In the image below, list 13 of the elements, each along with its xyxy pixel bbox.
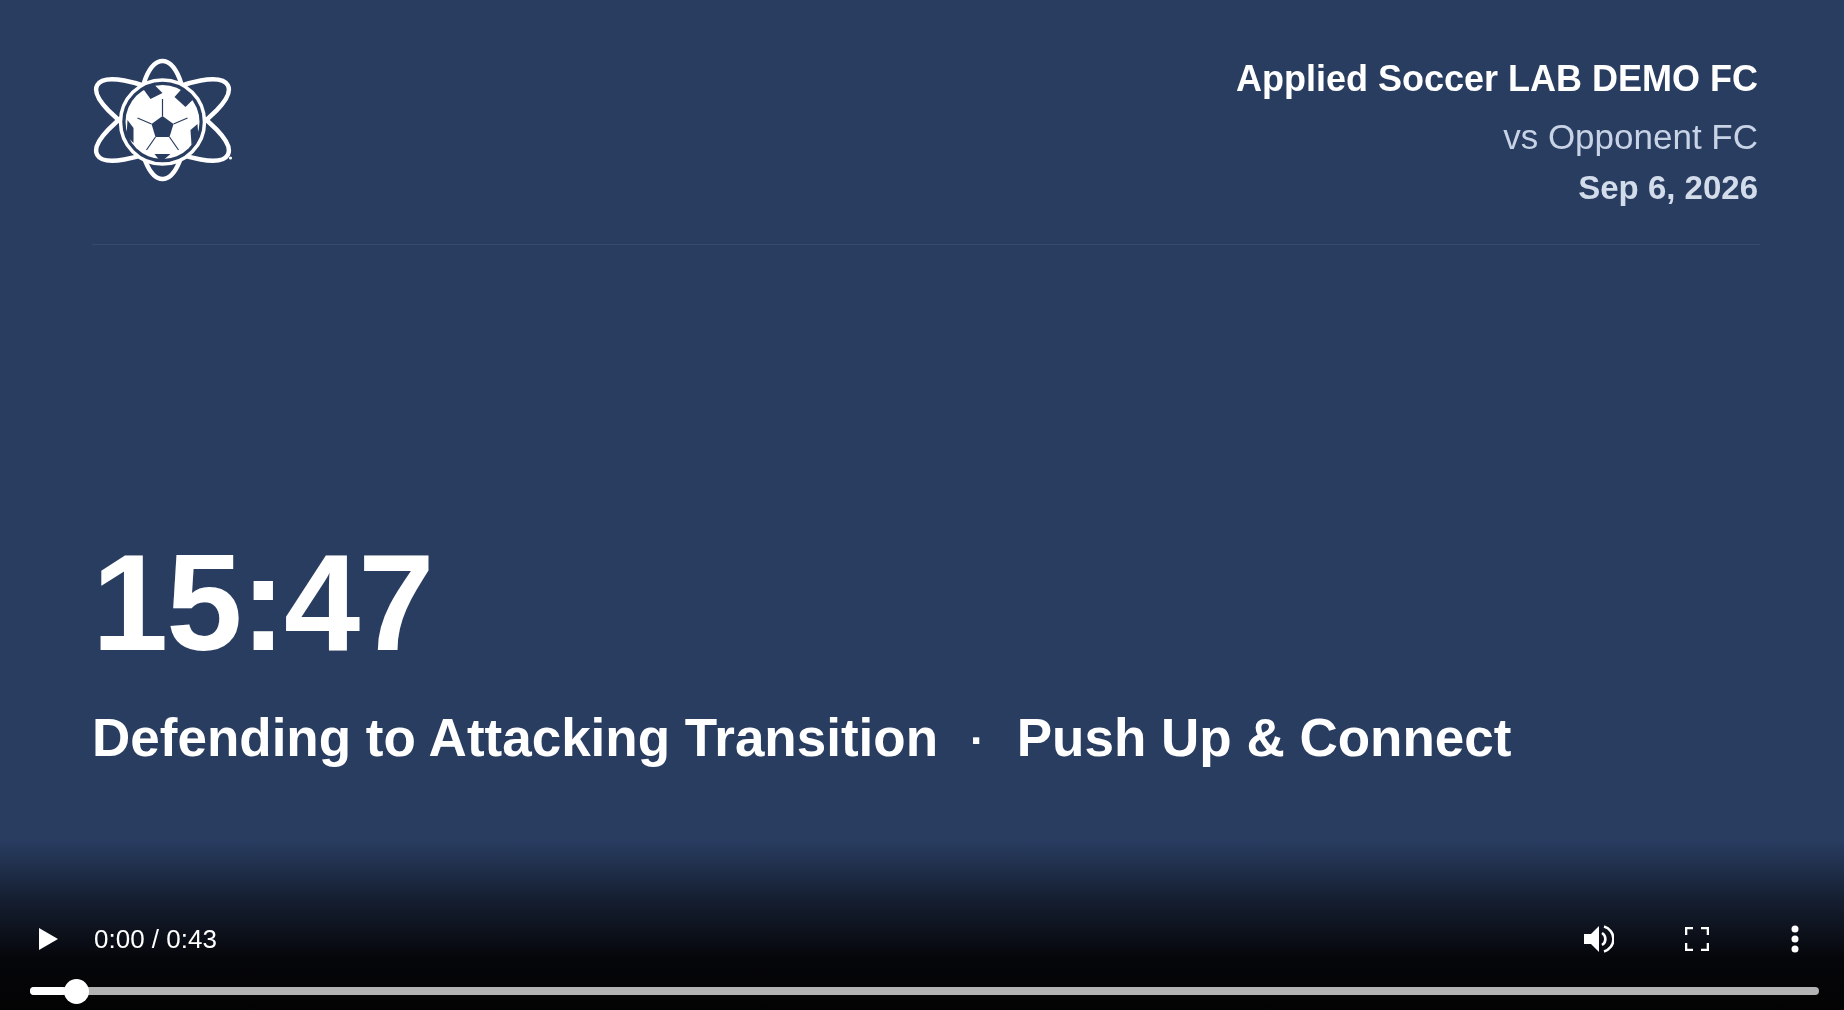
progress-handle[interactable] (63, 978, 89, 1004)
phase-title: Defending to Attacking Transition (92, 707, 939, 769)
playback-time: 0:00 / 0:43 (94, 923, 217, 955)
match-date: Sep 6, 2026 (1578, 168, 1758, 208)
play-icon (38, 928, 58, 950)
speaker-icon (1584, 925, 1614, 953)
action-title: Push Up & Connect (1016, 707, 1512, 769)
vertical-dots-icon (1791, 925, 1799, 953)
separator-dot: · (970, 715, 985, 767)
opponent-name: vs Opponent FC (1503, 116, 1758, 158)
match-clock: 15:47 (92, 533, 433, 673)
fullscreen-icon (1685, 927, 1709, 951)
team-name: Applied Soccer LAB DEMO FC (1235, 58, 1758, 100)
